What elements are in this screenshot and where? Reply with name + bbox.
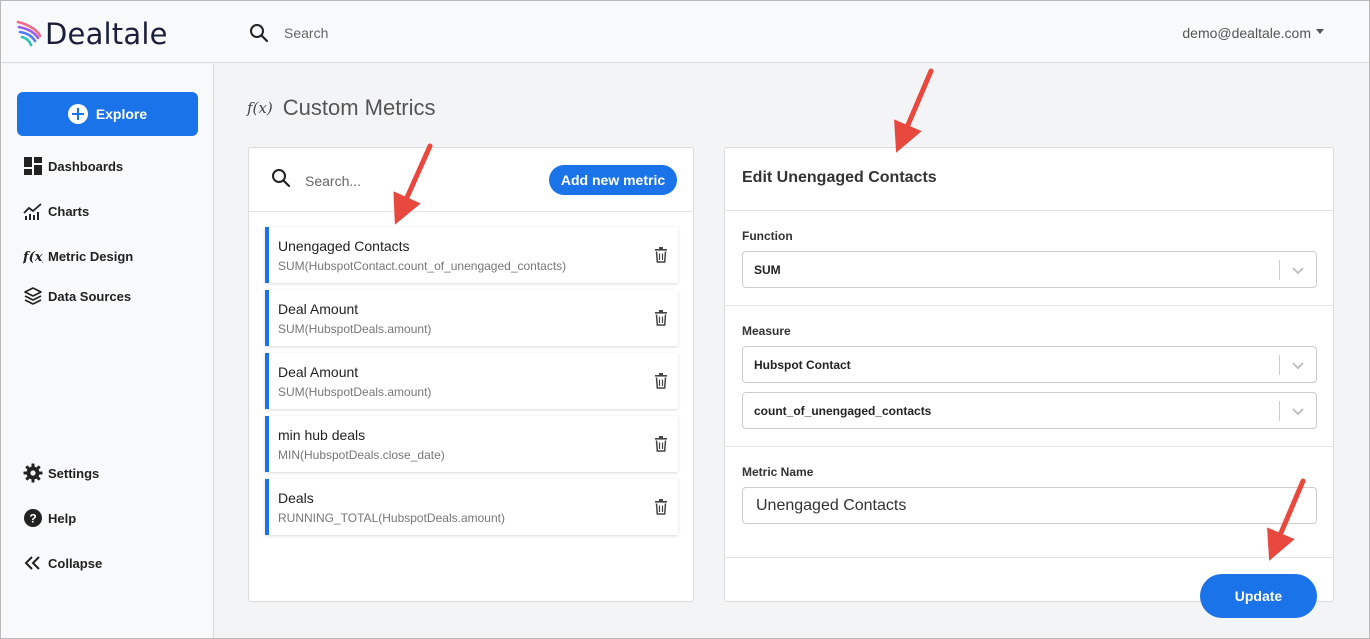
function-label: Function — [742, 229, 793, 243]
metrics-list-header: Search... Add new metric — [249, 148, 693, 212]
metric-list-item[interactable]: Deal Amount SUM(HubspotDeals.amount) — [265, 353, 678, 409]
plus-circle-icon — [67, 104, 88, 124]
metric-name: Unengaged Contacts — [278, 238, 410, 254]
explore-label: Explore — [95, 106, 148, 122]
function-select[interactable]: SUM — [742, 251, 1317, 288]
measure-section: Measure Hubspot Contact count_of_unengag… — [725, 306, 1333, 447]
global-search-placeholder: Search — [284, 25, 329, 41]
explore-button[interactable]: Explore — [17, 92, 198, 136]
layers-icon — [23, 286, 43, 306]
metric-list-item[interactable]: Deals RUNNING_TOTAL(HubspotDeals.amount) — [265, 479, 678, 535]
sidebar: Explore Dashboards Charts f(x Metric Des… — [1, 64, 214, 638]
search-icon — [250, 24, 269, 43]
edit-metric-panel: Edit Unengaged Contacts Function SUM Mea… — [724, 147, 1334, 602]
metric-name: Deal Amount — [278, 364, 359, 380]
sidebar-item-collapse[interactable]: Collapse — [23, 553, 102, 573]
page-title: f(x) Custom Metrics — [247, 95, 436, 121]
chevron-down-icon — [1292, 362, 1304, 370]
metric-formula: SUM(HubspotContact.count_of_unengaged_co… — [278, 259, 567, 273]
top-bar: Dealtale Search demo@dealtale.com — [1, 1, 1369, 63]
metric-list-item[interactable]: min hub deals MIN(HubspotDeals.close_dat… — [265, 416, 678, 472]
sidebar-item-help[interactable]: ? Help — [23, 508, 76, 528]
trash-icon[interactable] — [654, 436, 668, 452]
sidebar-item-dashboards[interactable]: Dashboards — [23, 156, 123, 176]
user-email: demo@dealtale.com — [1182, 25, 1311, 41]
metric-formula: RUNNING_TOTAL(HubspotDeals.amount) — [278, 511, 505, 525]
edit-metric-title: Edit Unengaged Contacts — [742, 169, 937, 186]
sidebar-item-charts[interactable]: Charts — [23, 201, 89, 221]
search-icon — [272, 169, 291, 188]
annotation-arrow — [894, 68, 934, 153]
svg-text:?: ? — [29, 512, 36, 526]
metric-name: Deals — [278, 490, 314, 506]
trash-icon[interactable] — [654, 499, 668, 515]
gear-icon — [23, 463, 43, 483]
chevron-down-icon — [1292, 408, 1304, 416]
svg-text:f(x): f(x) — [23, 250, 43, 265]
add-new-metric-button[interactable]: Add new metric — [549, 165, 677, 195]
caret-down-icon — [1316, 29, 1324, 34]
metric-name-input[interactable]: Unengaged Contacts — [742, 487, 1317, 524]
trash-icon[interactable] — [654, 310, 668, 326]
metric-name-input-value: Unengaged Contacts — [756, 497, 907, 514]
update-button[interactable]: Update — [1200, 574, 1317, 618]
brand-logo[interactable]: Dealtale — [16, 17, 168, 51]
measure-field-select[interactable]: count_of_unengaged_contacts — [742, 392, 1317, 429]
metric-list-item[interactable]: Unengaged Contacts SUM(HubspotContact.co… — [265, 227, 678, 283]
help-icon: ? — [23, 508, 43, 528]
sidebar-item-label: Data Sources — [48, 288, 132, 304]
dashboard-icon — [23, 156, 43, 176]
sidebar-item-label: Charts — [48, 203, 90, 219]
app-window: Dealtale Search demo@dealtale.com Explor… — [0, 0, 1370, 639]
trash-icon[interactable] — [654, 247, 668, 263]
double-chevron-left-icon — [23, 553, 43, 573]
sidebar-item-settings[interactable]: Settings — [23, 463, 99, 483]
measure-label: Measure — [742, 324, 791, 338]
brand-name: Dealtale — [45, 17, 168, 51]
function-select-value: SUM — [754, 263, 781, 277]
select-separator — [1279, 401, 1280, 421]
metric-formula: SUM(HubspotDeals.amount) — [278, 322, 432, 336]
chevron-down-icon — [1292, 267, 1304, 275]
measure-source-select[interactable]: Hubspot Contact — [742, 346, 1317, 383]
measure-field-value: count_of_unengaged_contacts — [754, 404, 932, 418]
select-separator — [1279, 355, 1280, 375]
sidebar-item-label: Dashboards — [48, 158, 124, 174]
sidebar-item-label: Help — [48, 510, 77, 526]
metric-formula: MIN(HubspotDeals.close_date) — [278, 448, 445, 462]
select-separator — [1279, 260, 1280, 280]
function-section: Function SUM — [725, 211, 1333, 306]
metric-name: Deal Amount — [278, 301, 359, 317]
function-icon: f(x) — [247, 99, 273, 117]
sidebar-item-label: Settings — [48, 465, 100, 481]
metric-formula: SUM(HubspotDeals.amount) — [278, 385, 432, 399]
edit-metric-header: Edit Unengaged Contacts — [725, 148, 1333, 211]
metric-name-section: Metric Name Unengaged Contacts — [725, 447, 1333, 558]
metric-search-input[interactable]: Search... — [305, 173, 361, 189]
trash-icon[interactable] — [654, 373, 668, 389]
sidebar-item-data-sources[interactable]: Data Sources — [23, 286, 131, 306]
user-menu[interactable]: demo@dealtale.com — [1182, 25, 1324, 41]
sidebar-item-label: Collapse — [48, 555, 103, 571]
metric-list-item[interactable]: Deal Amount SUM(HubspotDeals.amount) — [265, 290, 678, 346]
measure-source-value: Hubspot Contact — [754, 358, 851, 372]
chart-icon — [23, 201, 43, 221]
dealtale-logo-icon — [16, 20, 42, 47]
page-title-text: Custom Metrics — [282, 95, 436, 120]
sidebar-item-metric-design[interactable]: f(x) Metric Design — [23, 246, 133, 266]
global-search[interactable]: Search — [249, 23, 328, 43]
metric-name-label: Metric Name — [742, 465, 814, 479]
metric-name: min hub deals — [278, 427, 366, 443]
function-icon: f(x) — [23, 246, 43, 266]
metrics-list-panel: Search... Add new metric Unengaged Conta… — [248, 147, 694, 602]
sidebar-item-label: Metric Design — [48, 248, 134, 264]
